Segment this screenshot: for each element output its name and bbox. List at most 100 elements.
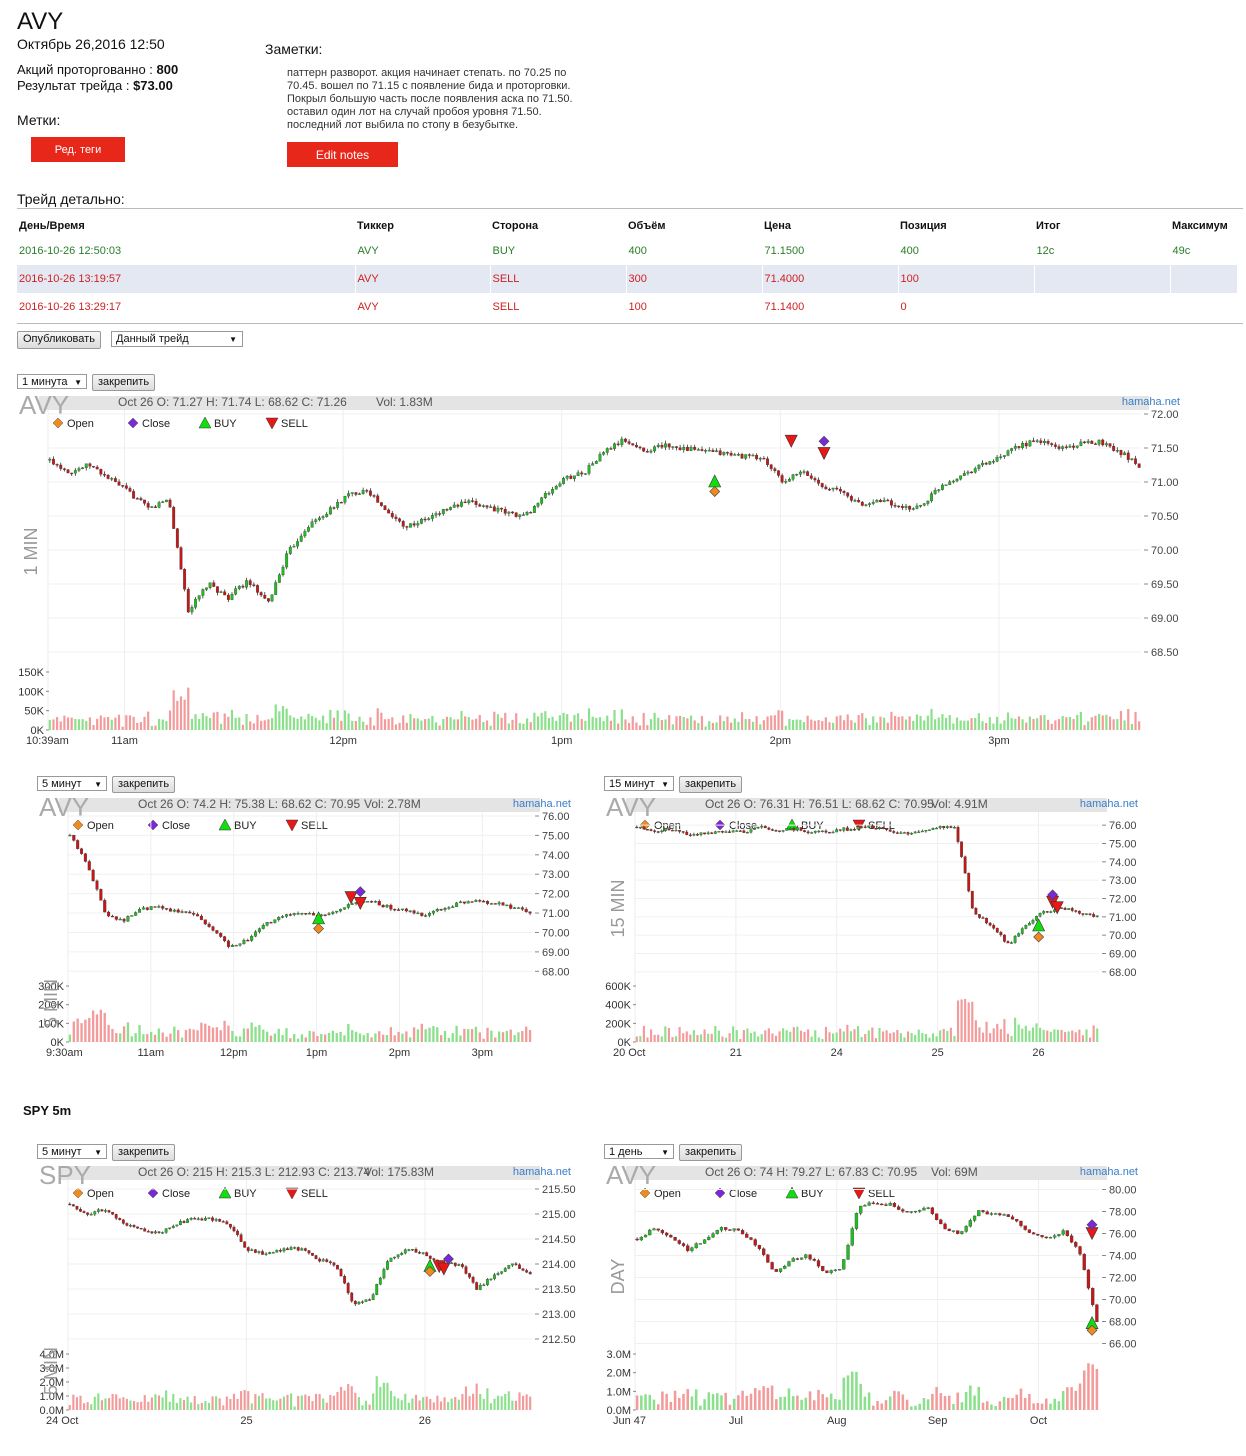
cell-datetime: 2016-10-26 12:50:03 [17, 237, 356, 265]
candle [999, 453, 1003, 460]
candle [536, 502, 540, 509]
volume-bar [664, 719, 667, 730]
pin-button[interactable]: закрепить [679, 776, 743, 793]
cell-price: 71.1400 [762, 293, 899, 321]
volume-bar [434, 722, 438, 730]
x-tick-label: 1pm [551, 735, 572, 747]
candle [1028, 439, 1032, 447]
table-row[interactable]: 2016-10-26 13:29:17 AVY SELL 100 71.1400… [17, 293, 1238, 321]
interval-select[interactable]: 1 день ▼ [604, 1144, 674, 1159]
table-row[interactable]: 2016-10-26 12:50:03 AVY BUY 400 71.1500 … [17, 237, 1238, 265]
volume-bar [297, 1396, 300, 1410]
volume-bar [1057, 1401, 1061, 1410]
scope-select[interactable]: Данный трейд ▼ [111, 331, 243, 347]
candle [576, 470, 580, 476]
volume-bar [864, 1034, 867, 1042]
candle [732, 1228, 736, 1233]
candle [649, 449, 653, 454]
candle [409, 523, 412, 528]
volume-bar [325, 723, 328, 730]
volume-bar [878, 1027, 881, 1042]
volume-bar [364, 1400, 368, 1410]
edit-tags-button[interactable]: Ред. теги [31, 137, 125, 162]
candle [211, 925, 215, 932]
candle [482, 1283, 486, 1287]
candle [353, 1300, 357, 1306]
volume-bar [796, 1395, 799, 1410]
notes-line: оставил один лот на случай пробоя уровня… [287, 106, 542, 118]
trade-marker-buy [708, 474, 722, 488]
volume-bar [182, 1400, 186, 1410]
volume-bar [454, 1397, 457, 1410]
candle [325, 511, 329, 518]
candle [125, 1222, 129, 1227]
candle [529, 511, 533, 514]
volume-bar [72, 1394, 75, 1410]
candle [795, 473, 799, 477]
pin-button[interactable]: закрепить [92, 374, 156, 391]
interval-select[interactable]: 1 минута ▼ [17, 374, 87, 389]
volume-bar [286, 1394, 289, 1410]
candle [252, 582, 256, 588]
candle [685, 830, 689, 836]
candle [722, 451, 726, 457]
volume-bar [771, 1033, 774, 1042]
interval-select[interactable]: 15 минут ▼ [604, 776, 674, 791]
volume-bar [154, 1394, 157, 1410]
interval-select[interactable]: 5 минут ▼ [37, 776, 107, 791]
x-tick-label: 3pm [472, 1047, 493, 1059]
publish-button[interactable]: Опубликовать [17, 331, 101, 349]
candle [489, 902, 493, 905]
candle [962, 470, 966, 477]
candle [704, 448, 708, 454]
chart-watermark: AVY [39, 794, 89, 822]
volume-bar [782, 1028, 785, 1042]
brand-link[interactable]: hamaha.net [1080, 798, 1138, 810]
x-tick-label: 12pm [220, 1047, 248, 1059]
volume-bar [787, 1388, 791, 1410]
volume-bar [132, 716, 135, 730]
volume-bar [682, 1393, 685, 1410]
pin-button[interactable]: закрепить [112, 1144, 176, 1161]
brand-link[interactable]: hamaha.net [513, 1166, 571, 1178]
volume-bar [48, 719, 51, 730]
volume-bar [1074, 1032, 1077, 1042]
volume-bar [779, 1396, 782, 1410]
volume-bar [165, 720, 168, 730]
volume-bar [591, 716, 594, 730]
chart-panel-avy-15min: 15 минут ▼ закрепить AVY Oct 26 O: 76.31 H: … [604, 776, 1144, 1076]
chart-panel-avy-1min: 1 минута ▼ закрепить AVY Oct 26 O: 71.27 H: … [17, 374, 1187, 766]
volume-bar [728, 1404, 732, 1410]
candle [450, 1261, 454, 1265]
volume-bar [759, 724, 762, 730]
candle [1057, 1234, 1061, 1238]
candle [122, 917, 126, 924]
candle [528, 1271, 532, 1275]
candle [405, 525, 409, 531]
volume-bar [970, 718, 973, 730]
table-row[interactable]: 2016-10-26 13:19:57 AVY SELL 300 71.4000… [17, 265, 1238, 293]
candle [161, 904, 165, 911]
candle [813, 830, 817, 834]
volume-bar [278, 711, 281, 730]
pin-button[interactable]: закрепить [679, 1144, 743, 1161]
candle [273, 919, 277, 924]
candle [385, 904, 389, 909]
candle [478, 503, 482, 507]
candle [780, 473, 784, 484]
brand-link[interactable]: hamaha.net [1122, 396, 1180, 408]
candle [1091, 1287, 1095, 1307]
pin-button[interactable]: закрепить [112, 776, 176, 793]
edit-notes-button[interactable]: Edit notes [287, 142, 398, 167]
volume-bar [467, 1029, 470, 1042]
volume-bar [904, 719, 908, 730]
candle [931, 827, 935, 830]
brand-link[interactable]: hamaha.net [1080, 1166, 1138, 1178]
volume-bar [989, 1033, 992, 1042]
brand-link[interactable]: hamaha.net [513, 798, 571, 810]
volume-bar [1025, 722, 1028, 730]
volume-bar [184, 1029, 188, 1042]
interval-select[interactable]: 5 минут ▼ [37, 1144, 107, 1159]
candle [828, 831, 831, 834]
volume-bar [304, 1037, 307, 1042]
